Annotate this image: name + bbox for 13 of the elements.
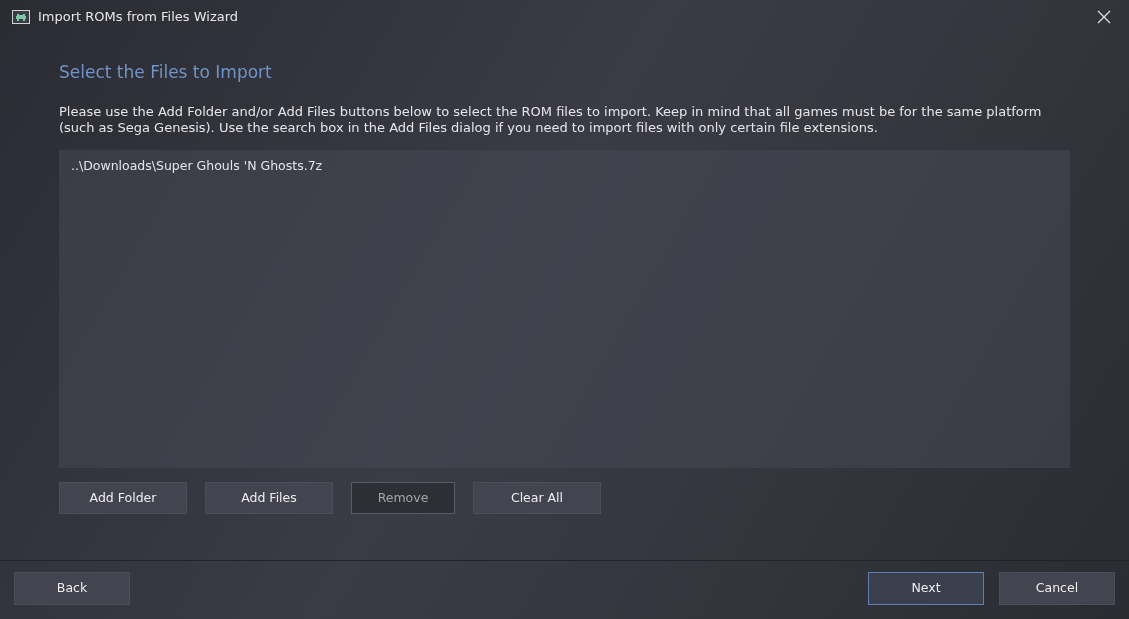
nav-button[interactable]: Cancel (999, 572, 1115, 605)
nav-button[interactable]: Next (868, 572, 984, 605)
close-icon (1097, 10, 1111, 25)
list-action-button[interactable]: Add Folder (59, 481, 187, 515)
file-item[interactable]: ..\Downloads\Super Ghouls 'N Ghosts.7z (71, 154, 1058, 178)
file-list[interactable]: ..\Downloads\Super Ghouls 'N Ghosts.7z (59, 149, 1070, 468)
app-icon (12, 10, 30, 24)
window-title: Import ROMs from Files Wizard (38, 8, 239, 27)
nav-button[interactable]: Back (14, 572, 130, 605)
list-action-button[interactable]: Add Files (205, 481, 333, 515)
instructions-text: Please use the Add Folder and/or Add Files buttons below to select the ROM files to import. Keep in mind that all games must be for the same platform (such as Sega Genesis). Use the search box in the Add Files dialog if you need to import files with only certain file extensions. (59, 103, 1043, 136)
page-heading: Select the Files to Import (59, 61, 273, 84)
list-action-button[interactable]: Clear All (473, 481, 601, 515)
